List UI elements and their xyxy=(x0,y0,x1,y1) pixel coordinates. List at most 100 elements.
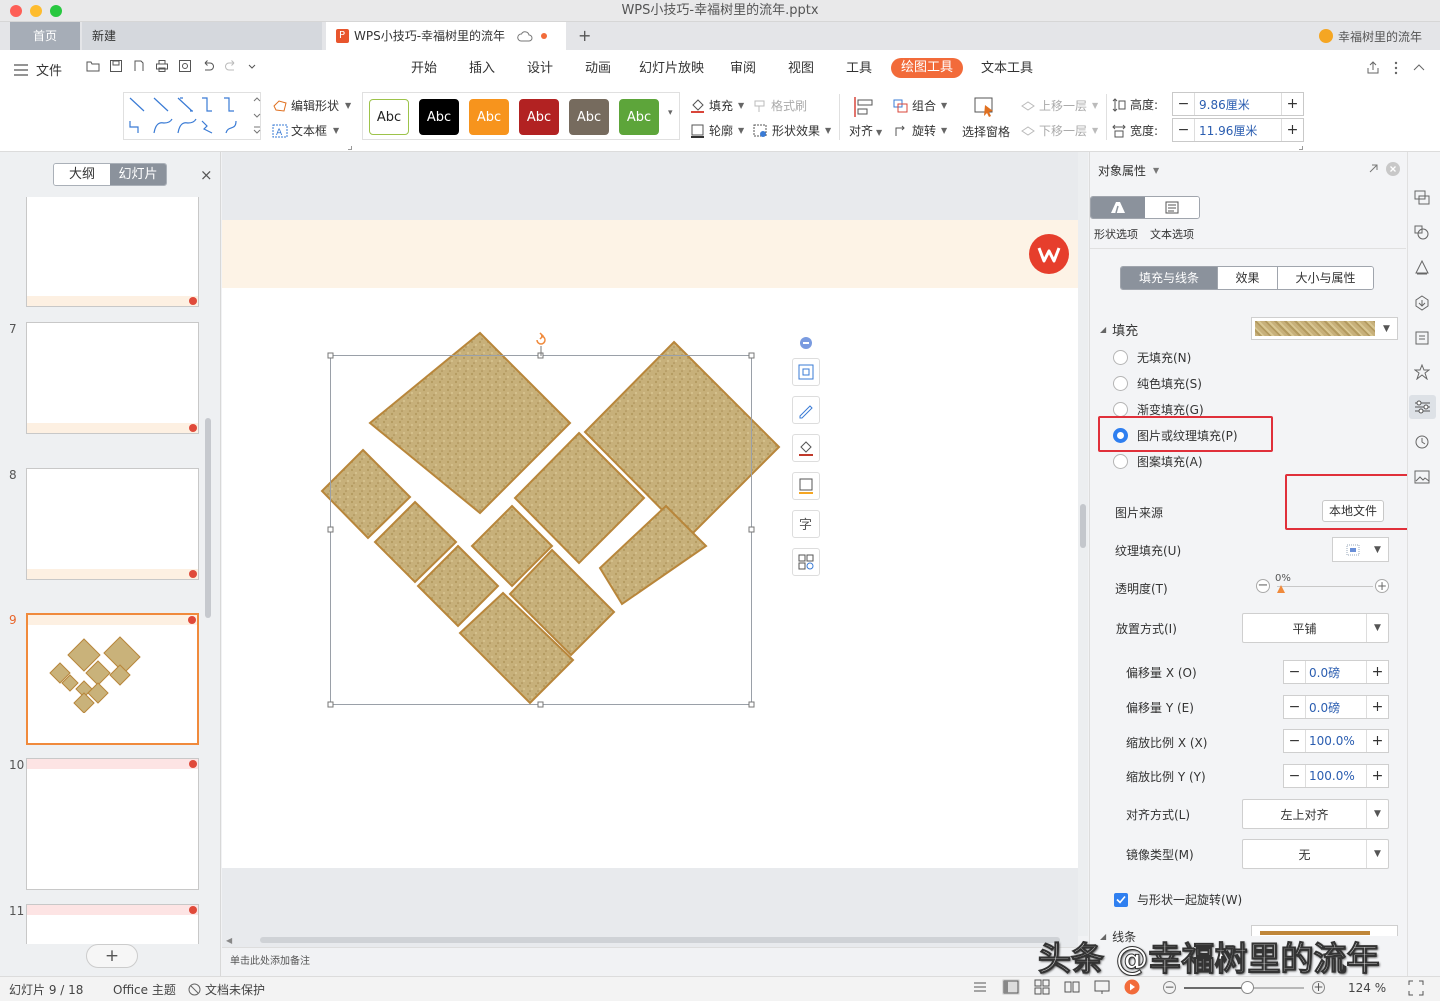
dialog-launcher-icon[interactable] xyxy=(1299,146,1303,150)
slide-thumbnail[interactable] xyxy=(26,758,199,890)
transparency-increase-button[interactable]: + xyxy=(1375,579,1389,593)
presenter-view-icon[interactable] xyxy=(1094,979,1110,995)
tab-insert[interactable]: 插入 xyxy=(469,60,495,78)
canvas-vertical-scrollbar[interactable] xyxy=(1078,152,1088,936)
height-input[interactable]: 9.86厘米 xyxy=(1195,96,1281,113)
bring-forward-button[interactable]: 上移一层 ▼ xyxy=(1020,97,1098,114)
fill-color-icon[interactable] xyxy=(792,434,820,462)
width-input[interactable]: 11.96厘米 xyxy=(1195,122,1281,139)
scale-y-decrement-button[interactable]: − xyxy=(1284,765,1306,787)
slide-thumbnail-active[interactable] xyxy=(26,613,199,745)
fill-button[interactable]: 填充 ▼ xyxy=(690,97,744,114)
tab-new[interactable]: 新建 xyxy=(82,22,322,50)
local-file-button[interactable]: 本地文件 xyxy=(1322,500,1384,522)
close-panel-button[interactable]: × xyxy=(200,166,213,184)
scale-x-increment-button[interactable]: + xyxy=(1366,730,1388,752)
height-increment-button[interactable]: + xyxy=(1281,93,1303,115)
pen-style-icon[interactable] xyxy=(792,396,820,424)
properties-title[interactable]: 对象属性 ▼ xyxy=(1098,162,1159,179)
group-button[interactable]: 组合 ▼ xyxy=(893,97,947,114)
tab-design[interactable]: 设计 xyxy=(527,60,553,78)
gallery-scroll-icon[interactable] xyxy=(253,96,261,136)
text-options-icon[interactable] xyxy=(1145,197,1199,218)
subtab-fill-and-line[interactable]: 填充与线条 xyxy=(1121,267,1218,289)
close-panel-icon[interactable] xyxy=(1386,162,1400,176)
sidebar-template-icon[interactable] xyxy=(1414,330,1430,346)
mirror-type-dropdown[interactable]: 无 ▼ xyxy=(1242,839,1389,869)
sidebar-comment-icon[interactable] xyxy=(1414,190,1430,206)
offset-x-increment-button[interactable]: + xyxy=(1366,661,1388,683)
fill-option-none[interactable]: 无填充(N) xyxy=(1113,349,1191,366)
subtab-effects[interactable]: 效果 xyxy=(1218,267,1278,289)
shape-style-1[interactable]: Abc xyxy=(369,99,409,135)
rotate-button[interactable]: 旋转 ▼ xyxy=(893,122,947,139)
pin-panel-icon[interactable] xyxy=(1368,163,1379,174)
fill-option-solid[interactable]: 纯色填充(S) xyxy=(1113,375,1202,392)
shape-style-5[interactable]: Abc xyxy=(569,99,609,135)
sidebar-download-icon[interactable] xyxy=(1414,295,1430,311)
sidebar-animation-icon[interactable] xyxy=(1414,364,1430,380)
offset-x-input[interactable]: 0.0磅 xyxy=(1306,664,1366,681)
scale-y-increment-button[interactable]: + xyxy=(1366,765,1388,787)
outline-color-icon[interactable] xyxy=(792,472,820,500)
slide-thumbnail[interactable] xyxy=(26,468,199,580)
notes-area[interactable]: 单击此处添加备注 xyxy=(222,947,1078,976)
texture-fill-dropdown[interactable]: ▼ xyxy=(1332,537,1389,562)
save-icon[interactable] xyxy=(109,59,123,73)
shape-style-3[interactable]: Abc xyxy=(469,99,509,135)
fill-texture-dropdown[interactable]: ▼ xyxy=(1251,317,1398,340)
width-increment-button[interactable]: + xyxy=(1281,119,1303,141)
heart-shape-group[interactable] xyxy=(222,220,1078,868)
subtab-size-and-properties[interactable]: 大小与属性 xyxy=(1278,267,1373,289)
tab-text-tools[interactable]: 文本工具 xyxy=(981,60,1033,78)
shape-effects-button[interactable]: 形状效果 ▼ xyxy=(753,122,831,139)
redo-icon[interactable] xyxy=(224,59,238,73)
shape-style-2[interactable]: Abc xyxy=(419,99,459,135)
slide-thumbnail[interactable] xyxy=(26,322,199,434)
tab-review[interactable]: 审阅 xyxy=(730,60,756,78)
tab-home[interactable]: 首页 xyxy=(10,22,80,50)
slide-sorter-icon[interactable] xyxy=(1034,979,1050,995)
offset-y-input[interactable]: 0.0磅 xyxy=(1306,699,1366,716)
file-menu[interactable]: 文件 xyxy=(14,60,62,79)
slide-panel-scrollbar[interactable] xyxy=(203,198,213,938)
offset-x-decrement-button[interactable]: − xyxy=(1284,661,1306,683)
zoom-slider-thumb[interactable] xyxy=(1241,981,1254,994)
sidebar-history-icon[interactable] xyxy=(1414,434,1430,450)
sidebar-shapes-icon[interactable] xyxy=(1414,225,1430,241)
sidebar-style-icon[interactable] xyxy=(1414,260,1430,276)
tab-slides[interactable]: 幻灯片 xyxy=(110,164,166,185)
transparency-slider-thumb[interactable] xyxy=(1277,585,1285,593)
reading-view-icon[interactable] xyxy=(1064,979,1080,995)
fill-section-header[interactable]: ◢ 填充 xyxy=(1100,320,1138,339)
tab-tools[interactable]: 工具 xyxy=(846,60,872,78)
tab-start[interactable]: 开始 xyxy=(411,60,437,78)
smart-arrange-icon[interactable] xyxy=(792,548,820,576)
tab-outline[interactable]: 大纲 xyxy=(54,164,110,185)
user-account[interactable]: 幸福树里的流年 xyxy=(1318,28,1422,44)
scale-x-decrement-button[interactable]: − xyxy=(1284,730,1306,752)
text-style-icon[interactable]: 字 xyxy=(792,510,820,538)
print-icon[interactable] xyxy=(155,59,169,73)
shape-options-icon[interactable] xyxy=(1091,197,1145,218)
style-gallery-more-icon[interactable]: ▾ xyxy=(668,108,673,118)
export-icon[interactable] xyxy=(132,59,146,73)
send-backward-button[interactable]: 下移一层 ▼ xyxy=(1020,122,1098,139)
shape-gallery[interactable] xyxy=(123,92,261,140)
document-protection[interactable]: 文档未保护 xyxy=(188,981,265,998)
align-button[interactable]: 对齐 ▼ xyxy=(849,95,882,139)
shape-style-6[interactable]: Abc xyxy=(619,99,659,135)
play-slideshow-icon[interactable] xyxy=(1124,979,1140,995)
transparency-decrease-button[interactable]: − xyxy=(1256,579,1270,593)
add-tab-button[interactable]: + xyxy=(578,22,594,50)
undo-icon[interactable] xyxy=(201,59,215,73)
text-box-button[interactable]: A 文本框 ▼ xyxy=(272,122,339,139)
zoom-in-button[interactable]: + xyxy=(1312,981,1325,994)
edit-shape-button[interactable]: 编辑形状 ▼ xyxy=(272,97,351,114)
open-folder-icon[interactable] xyxy=(86,59,100,73)
collapse-ribbon-icon[interactable] xyxy=(1412,61,1426,75)
offset-y-increment-button[interactable]: + xyxy=(1366,696,1388,718)
format-painter-button[interactable]: 格式刷 xyxy=(753,97,807,114)
normal-view-icon[interactable] xyxy=(1002,979,1020,995)
fit-window-icon[interactable] xyxy=(1408,980,1424,996)
